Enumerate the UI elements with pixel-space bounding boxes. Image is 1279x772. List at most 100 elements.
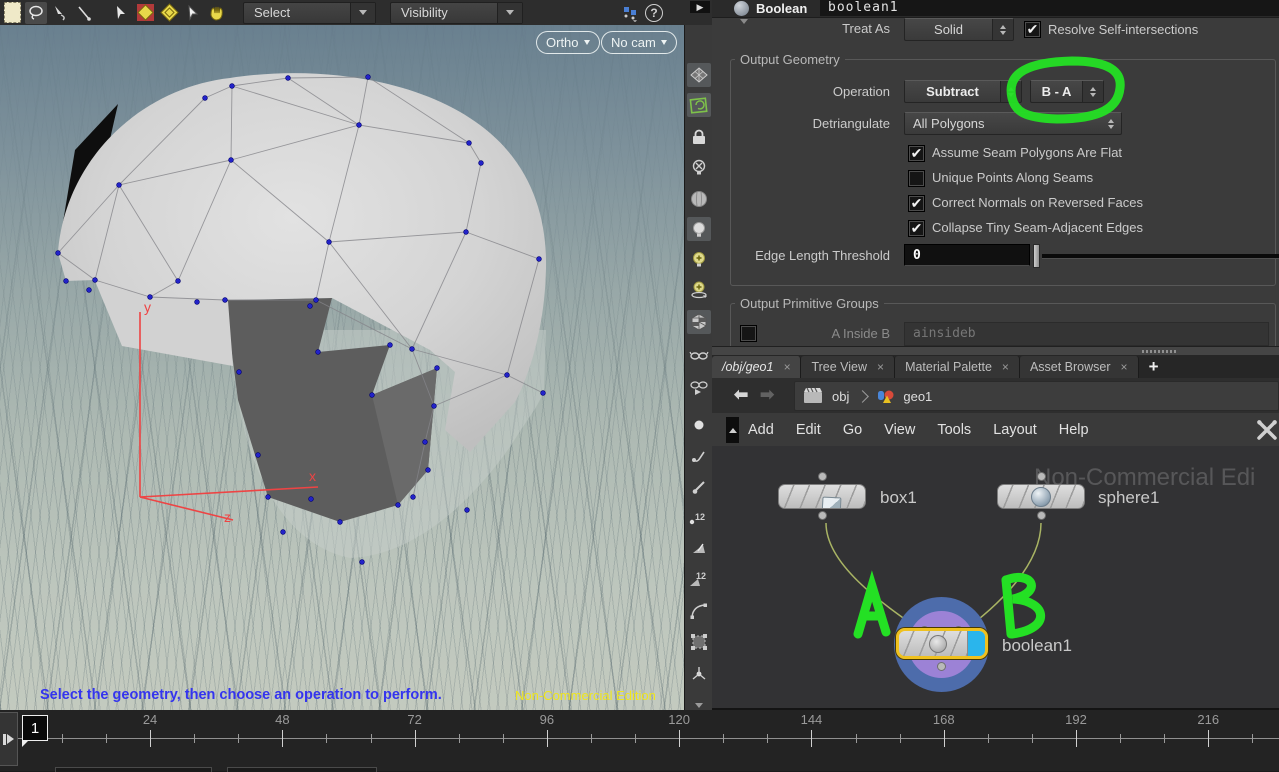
treat-as-row: Treat As Solid ✔ Resolve Self-intersecti… xyxy=(712,17,1279,41)
new-page-icon[interactable] xyxy=(1,2,23,24)
lighting-bulb-icon[interactable] xyxy=(687,217,711,241)
treat-as-label: Treat As xyxy=(630,17,890,41)
sphere-icon xyxy=(1031,487,1051,507)
visibility-dropdown[interactable]: Visibility xyxy=(390,2,523,24)
operation-order-spinner[interactable] xyxy=(1082,81,1103,102)
arrow-lasso-icon[interactable] xyxy=(49,2,71,24)
add-light-target-icon[interactable] xyxy=(687,278,711,302)
tab-obj-geo1[interactable]: /obj/geo1 × xyxy=(712,356,801,378)
tab-close-icon[interactable]: × xyxy=(783,360,790,374)
box1-label[interactable]: box1 xyxy=(880,488,917,508)
operation-row: Operation Subtract B - A xyxy=(712,80,1279,104)
select-mode-arrow[interactable] xyxy=(350,3,375,23)
display-flag[interactable] xyxy=(967,631,985,656)
menu-layout[interactable]: Layout xyxy=(993,422,1037,438)
geo-node-icon xyxy=(876,387,896,405)
sphere1-output-dot[interactable] xyxy=(1037,511,1046,520)
a-inside-b-field[interactable]: ainsideb xyxy=(904,322,1269,346)
unique-points-checkbox[interactable] xyxy=(908,170,925,187)
marker-pen-icon[interactable] xyxy=(687,475,711,499)
assume-flat-checkbox[interactable]: ✔ xyxy=(908,145,925,162)
edge-length-input[interactable]: 0 xyxy=(904,244,1030,266)
treat-as-value: Solid xyxy=(905,22,992,37)
pane-expand-arrow[interactable]: ▶ xyxy=(690,1,710,13)
lasso-select-icon[interactable] xyxy=(25,2,47,24)
paint-select-icon[interactable] xyxy=(134,2,156,24)
scene-viewport[interactable]: y x z Ortho No cam Select the geometry, … xyxy=(0,25,684,710)
point-numbers-icon[interactable]: 12 xyxy=(687,506,711,530)
annotation-b-stroke xyxy=(1006,580,1011,634)
prim-numbers-icon[interactable]: 12 xyxy=(687,568,711,592)
breadcrumb: obj geo1 xyxy=(794,381,1279,411)
tab-asset-browser[interactable]: Asset Browser × xyxy=(1020,356,1139,378)
menu-help[interactable]: Help xyxy=(1059,422,1089,438)
collapse-edges-checkbox[interactable]: ✔ xyxy=(908,220,925,237)
collapse-edges-label: Collapse Tiny Seam-Adjacent Edges xyxy=(932,219,1143,236)
treat-as-spinner[interactable] xyxy=(992,19,1013,40)
show-points-icon[interactable] xyxy=(687,413,711,437)
network-editor[interactable]: Non-Commercial Edi box1 sphere xyxy=(712,446,1279,710)
prim-markers-icon[interactable] xyxy=(687,537,711,561)
cursor-select-icon[interactable] xyxy=(110,2,132,24)
node-sphere1[interactable] xyxy=(997,484,1085,509)
node-boolean1[interactable] xyxy=(896,628,988,659)
breadcrumb-root[interactable]: obj xyxy=(832,389,849,404)
menu-scroll-up[interactable] xyxy=(726,417,739,443)
resolve-checkbox[interactable]: ✔ xyxy=(1024,21,1041,38)
shade-off-bulb-icon[interactable] xyxy=(687,155,711,179)
node-name-field[interactable]: boolean1 xyxy=(820,0,1279,16)
a-inside-b-label: A Inside B xyxy=(630,322,890,346)
view-glasses-icon[interactable] xyxy=(687,343,711,367)
box1-output-dot[interactable] xyxy=(818,511,827,520)
tab-material-palette[interactable]: Material Palette × xyxy=(895,356,1020,378)
menu-view[interactable]: View xyxy=(884,422,915,438)
tab-close-icon[interactable]: × xyxy=(1002,360,1009,374)
group-box-icon[interactable] xyxy=(687,630,711,654)
tab-close-icon[interactable]: × xyxy=(877,360,884,374)
breadcrumb-node[interactable]: geo1 xyxy=(903,389,932,404)
flipbook-glasses-icon[interactable] xyxy=(687,375,711,399)
sphere1-input-dot[interactable] xyxy=(1037,472,1046,481)
tab-close-icon[interactable]: × xyxy=(1121,360,1128,374)
menu-edit[interactable]: Edit xyxy=(796,422,821,438)
ortho-view-button[interactable]: Ortho xyxy=(536,31,600,54)
sphere1-label[interactable]: sphere1 xyxy=(1098,488,1159,508)
edge-length-slider-track[interactable] xyxy=(1042,254,1279,259)
frame-range-end-field[interactable] xyxy=(227,767,377,772)
menu-go[interactable]: Go xyxy=(843,422,862,438)
tools-wrench-icon[interactable] xyxy=(1255,418,1279,442)
normals-icon[interactable] xyxy=(687,662,711,686)
back-arrow-icon[interactable]: ⬅ xyxy=(734,385,748,405)
tab-label: Tree View xyxy=(811,360,867,374)
edge-length-slider-handle[interactable] xyxy=(1033,244,1040,268)
node-box1[interactable] xyxy=(778,484,866,509)
hook-select-icon[interactable] xyxy=(687,445,711,469)
detriangulate-dropdown[interactable]: All Polygons xyxy=(904,112,1122,135)
detriangulate-spinner[interactable] xyxy=(1101,113,1121,134)
line-select-icon[interactable] xyxy=(73,2,95,24)
boolean1-label[interactable]: boolean1 xyxy=(1002,636,1072,656)
material-sphere-icon[interactable] xyxy=(687,187,711,211)
timeline-ruler[interactable]: 24487296120144168192216 xyxy=(0,710,1279,771)
select-mode-dropdown[interactable]: Select xyxy=(243,2,376,24)
detriangulate-value: All Polygons xyxy=(905,116,1101,131)
operation-order-dropdown[interactable]: B - A xyxy=(1030,80,1104,103)
forward-arrow-icon[interactable]: ➡ xyxy=(760,385,774,405)
area-select-icon[interactable] xyxy=(158,2,180,24)
correct-normals-checkbox[interactable]: ✔ xyxy=(908,195,925,212)
grab-tool-icon[interactable] xyxy=(206,2,228,24)
treat-as-dropdown[interactable]: Solid xyxy=(904,18,1014,41)
menu-add[interactable]: Add xyxy=(748,422,774,438)
operation-dropdown[interactable]: Subtract xyxy=(904,80,1022,103)
tab-tree-view[interactable]: Tree View × xyxy=(801,356,895,378)
frame-range-start-field[interactable] xyxy=(55,767,212,772)
menu-tools[interactable]: Tools xyxy=(937,422,971,438)
box1-input-dot[interactable] xyxy=(818,472,827,481)
visibility-arrow[interactable] xyxy=(497,3,522,23)
current-frame-marker[interactable]: 1 xyxy=(22,715,48,741)
curve-handles-icon[interactable] xyxy=(687,599,711,623)
add-tab-button[interactable]: + xyxy=(1139,356,1169,378)
boolean1-output-dot[interactable] xyxy=(937,662,946,671)
operation-spinner[interactable] xyxy=(1000,81,1021,102)
pointer-select-icon[interactable] xyxy=(182,2,204,24)
